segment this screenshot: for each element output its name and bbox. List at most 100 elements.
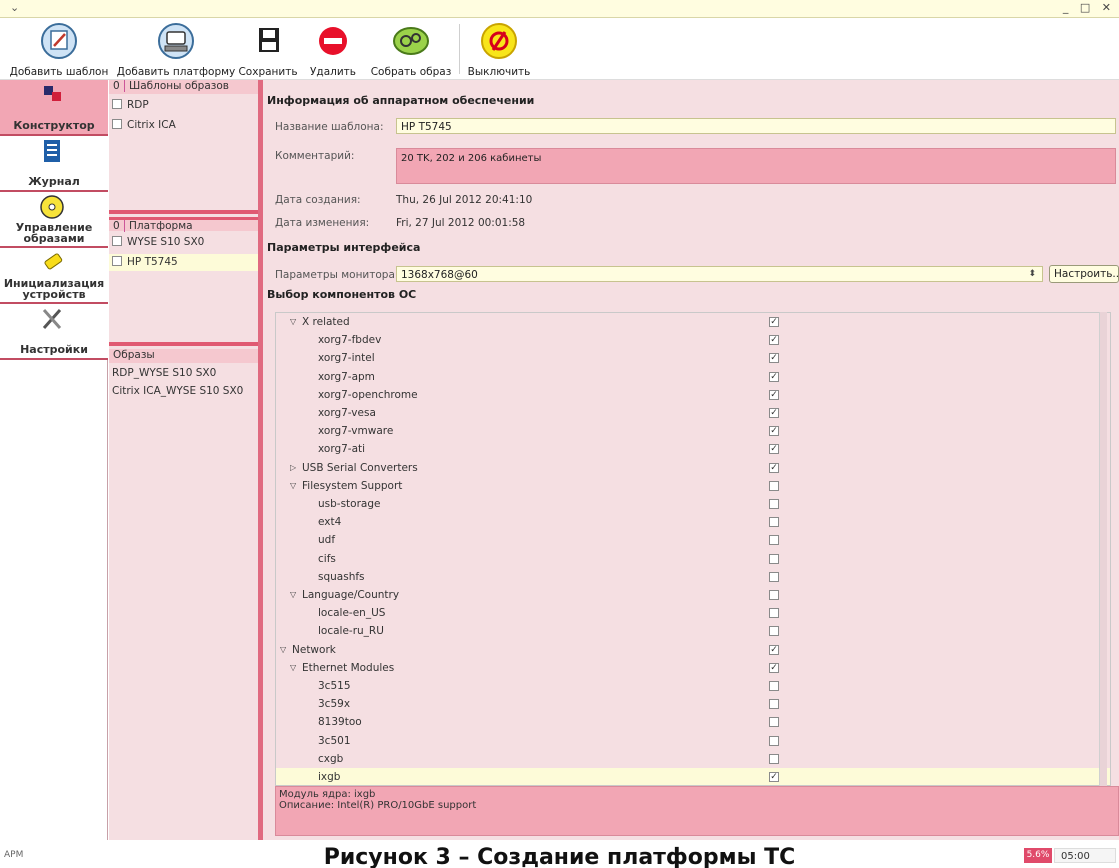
platform-item-wyse[interactable]: WYSE S10 SX0 — [109, 234, 258, 251]
tree-row[interactable]: cxgb — [276, 750, 1110, 768]
platforms-header[interactable]: 0 Платформа — [109, 217, 258, 232]
expander-open-icon[interactable]: ▽ — [290, 586, 296, 604]
platform-checkbox[interactable] — [112, 256, 122, 266]
window-menu-icon[interactable]: ⌄ — [10, 1, 19, 14]
expander-open-icon[interactable]: ▽ — [290, 313, 296, 331]
tree-row-checkbox[interactable]: ✓ — [769, 335, 779, 346]
expander-open-icon[interactable]: ▽ — [280, 641, 286, 659]
tree-row-checkbox[interactable]: ✓ — [769, 444, 779, 455]
add-platform-button[interactable]: Добавить платформу — [114, 18, 238, 80]
tree-row-checkbox[interactable] — [769, 717, 779, 728]
comment-textarea[interactable]: 20 TK, 202 и 206 кабинеты — [396, 148, 1116, 184]
window-controls[interactable]: _ □ ✕ — [1063, 1, 1115, 14]
tree-row-checkbox[interactable]: ✓ — [769, 462, 779, 473]
template-item-citrix[interactable]: Citrix ICA — [109, 117, 258, 134]
templates-header[interactable]: 0 Шаблоны образов — [109, 80, 258, 94]
created-label: Дата создания: — [275, 194, 361, 206]
tree-row-checkbox[interactable]: ✓ — [769, 317, 779, 327]
sidebar-item-device-init[interactable]: Инициализация устройств — [0, 248, 108, 304]
image-item[interactable]: Citrix ICA_WYSE S10 SX0 — [109, 383, 258, 400]
tree-row-checkbox[interactable]: ✓ — [769, 772, 779, 782]
pane-splitter[interactable] — [109, 342, 258, 346]
tree-row[interactable]: ▷ USB Serial Converters ✓ — [276, 459, 1110, 477]
tree-row[interactable]: usb-storage — [276, 495, 1110, 513]
tree-row-checkbox[interactable] — [769, 608, 779, 619]
tree-row-checkbox[interactable]: ✓ — [769, 644, 779, 655]
platform-item-hp[interactable]: HP T5745 — [109, 254, 258, 271]
tree-row-checkbox[interactable]: ✓ — [769, 389, 779, 400]
tree-row[interactable]: 3c515 — [276, 677, 1110, 695]
sidebar-item-image-management[interactable]: Управление образами — [0, 192, 108, 248]
tree-row[interactable]: ixgb ✓ — [276, 768, 1110, 785]
tree-row-checkbox[interactable] — [769, 480, 779, 491]
tree-row[interactable]: xorg7-fbdev ✓ — [276, 331, 1110, 349]
tree-scrollbar[interactable] — [1099, 312, 1107, 786]
tree-row-checkbox[interactable] — [769, 626, 779, 637]
sidebar-item-settings[interactable]: Настройки — [0, 304, 108, 360]
build-image-button[interactable]: Собрать образ — [366, 18, 456, 80]
tree-row[interactable]: 3c501 — [276, 732, 1110, 750]
tree-row-checkbox[interactable] — [769, 681, 779, 691]
delete-button[interactable]: Удалить — [302, 18, 364, 80]
pane-splitter[interactable] — [109, 210, 258, 214]
tree-row[interactable]: xorg7-intel ✓ — [276, 349, 1110, 367]
tree-row[interactable]: ext4 — [276, 513, 1110, 531]
tree-row-checkbox[interactable] — [769, 553, 779, 564]
tree-row[interactable]: cifs — [276, 550, 1110, 568]
tree-row-checkbox[interactable] — [769, 499, 779, 509]
sidebar-item-constructor[interactable]: Конструктор — [0, 80, 108, 136]
tree-row-checkbox[interactable] — [769, 517, 779, 528]
tree-row[interactable]: xorg7-apm ✓ — [276, 368, 1110, 386]
tree-row-checkbox[interactable]: ✓ — [769, 662, 779, 673]
tree-row-checkbox[interactable]: ✓ — [769, 408, 779, 418]
window-titlebar: ⌄ _ □ ✕ — [0, 0, 1119, 18]
sidebar-item-journal[interactable]: Журнал — [0, 136, 108, 192]
tree-row[interactable]: xorg7-vmware ✓ — [276, 422, 1110, 440]
tree-row-checkbox[interactable] — [769, 735, 779, 746]
expander-closed-icon[interactable]: ▷ — [290, 459, 296, 477]
monitor-select[interactable]: 1368x768@60 ⬍ — [396, 266, 1043, 282]
tree-row[interactable]: xorg7-ati ✓ — [276, 440, 1110, 458]
image-item[interactable]: RDP_WYSE S10 SX0 — [109, 365, 258, 382]
save-button[interactable]: Сохранить — [236, 18, 300, 80]
tree-row[interactable]: ▽ Language/Country — [276, 586, 1110, 604]
template-name-label: Название шаблона: — [275, 121, 384, 133]
template-checkbox[interactable] — [112, 119, 122, 129]
add-template-button[interactable]: Добавить шаблон — [4, 18, 114, 80]
tree-row[interactable]: xorg7-vesa ✓ — [276, 404, 1110, 422]
shutdown-button[interactable]: Выключить — [464, 18, 534, 80]
tree-row[interactable]: squashfs — [276, 568, 1110, 586]
tree-row-label: 3c501 — [318, 734, 351, 747]
tree-row[interactable]: 8139too — [276, 713, 1110, 731]
tree-row-checkbox[interactable] — [769, 753, 779, 764]
images-header[interactable]: Образы — [109, 349, 258, 363]
configure-button[interactable]: Настроить... — [1049, 265, 1119, 283]
tree-row[interactable]: ▽ Network ✓ — [276, 641, 1110, 659]
tree-row-checkbox[interactable]: ✓ — [769, 426, 779, 437]
expander-open-icon[interactable]: ▽ — [290, 477, 296, 495]
tree-row-checkbox[interactable]: ✓ — [769, 353, 779, 364]
tree-row-checkbox[interactable] — [769, 590, 779, 600]
platform-checkbox[interactable] — [112, 236, 122, 246]
tree-row-checkbox[interactable]: ✓ — [769, 371, 779, 382]
tree-row[interactable]: 3c59x — [276, 695, 1110, 713]
tree-row-checkbox[interactable] — [769, 571, 779, 582]
tree-row[interactable]: xorg7-openchrome ✓ — [276, 386, 1110, 404]
tree-row[interactable]: udf — [276, 531, 1110, 549]
tree-row[interactable]: ▽ Filesystem Support — [276, 477, 1110, 495]
template-name-input[interactable]: HP T5745 — [396, 118, 1116, 134]
template-item-rdp[interactable]: RDP — [109, 97, 258, 114]
tree-row-checkbox[interactable] — [769, 535, 779, 546]
tree-row[interactable]: ▽ X related ✓ — [276, 313, 1110, 331]
tree-row-label: xorg7-intel — [318, 352, 375, 365]
tree-row-checkbox[interactable] — [769, 699, 779, 710]
components-tree[interactable]: ▽ X related ✓ xorg7-fbdev ✓ xorg7-intel ✓ xorg7… — [275, 312, 1111, 786]
sidebar-item-label: Журнал — [28, 175, 80, 188]
tree-row[interactable]: locale-en_US — [276, 604, 1110, 622]
expander-open-icon[interactable]: ▽ — [290, 659, 296, 677]
add-template-icon — [41, 23, 77, 59]
tree-row[interactable]: locale-ru_RU — [276, 622, 1110, 640]
tree-row[interactable]: ▽ Ethernet Modules ✓ — [276, 659, 1110, 677]
template-checkbox[interactable] — [112, 99, 122, 109]
tree-row-label: X related — [302, 316, 350, 328]
